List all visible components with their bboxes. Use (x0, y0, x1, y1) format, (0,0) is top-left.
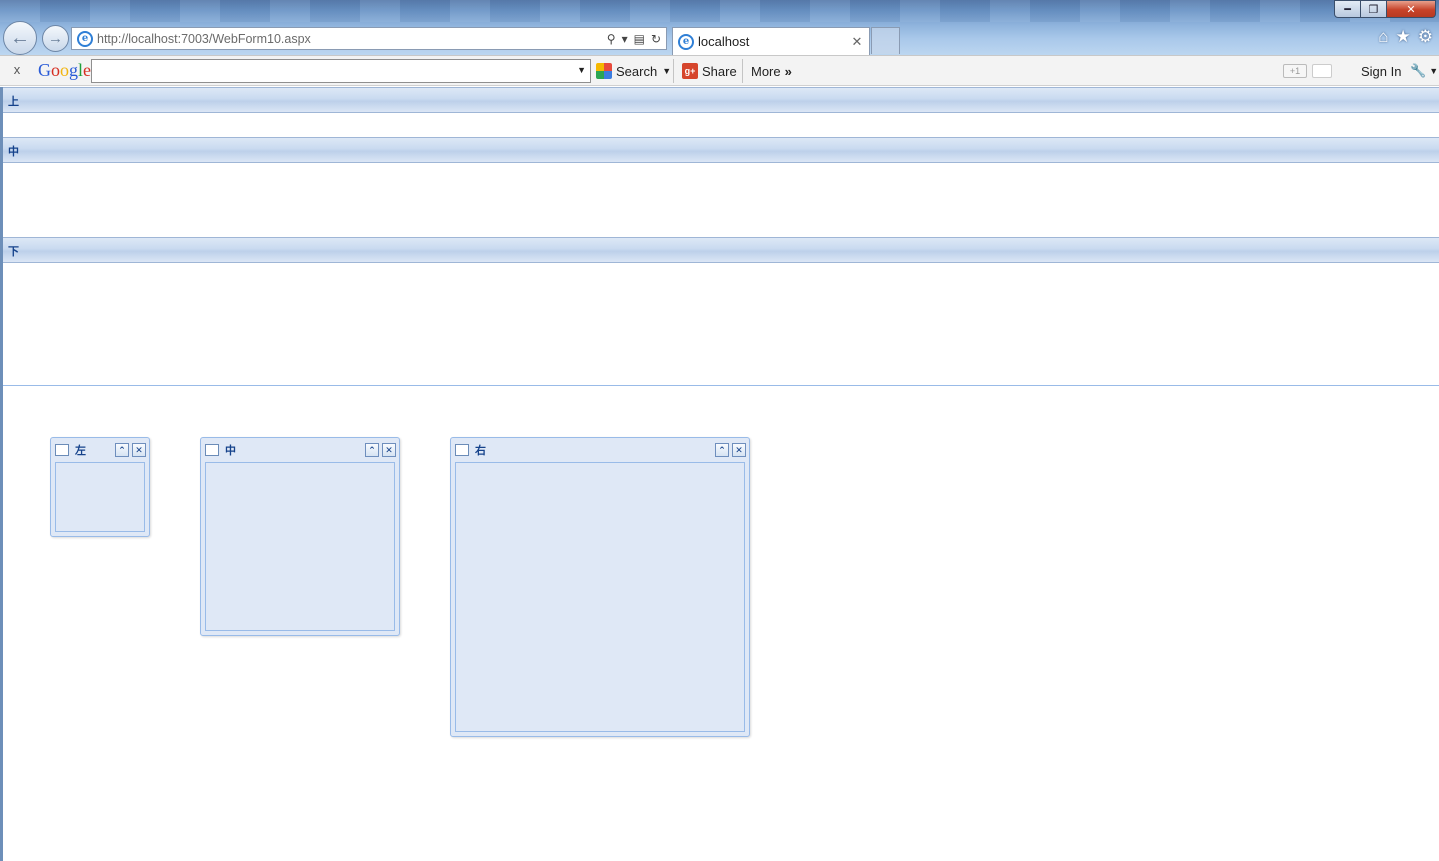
region-middle-header[interactable]: 中 (3, 137, 1439, 163)
tab-label: localhost (698, 34, 750, 49)
portlet-middle[interactable]: 中 ⌃ ✕ (200, 437, 400, 636)
portlet-left[interactable]: 左 ⌃ ✕ (50, 437, 150, 537)
search-dropdown-icon[interactable]: ▼ (577, 65, 586, 75)
region-top-header[interactable]: 上 (3, 87, 1439, 113)
settings-button[interactable]: 🔧 ▼ (1410, 56, 1438, 86)
region-bottom: 下 (3, 237, 1439, 385)
portlet-header[interactable]: 右 ⌃ ✕ (451, 438, 749, 462)
google-plus-icon: g+ (682, 63, 698, 79)
sign-in-button[interactable]: Sign In (1361, 56, 1401, 86)
region-bottom-body (3, 263, 1439, 385)
region-middle-body (3, 163, 1439, 237)
browser-right-icons: ⌂ ★ ⚙ (1378, 27, 1433, 47)
forward-button[interactable]: → (42, 25, 69, 52)
home-icon[interactable]: ⌂ (1378, 27, 1388, 47)
restore-button[interactable]: ❐ (1361, 0, 1387, 18)
chevron-down-icon: ▼ (662, 66, 672, 76)
page-content: 上 中 下 左 ⌃ ✕ 中 ⌃ ✕ 右 ⌃ ✕ (0, 87, 1439, 861)
window-controls: ━ ❐ ✕ (1334, 0, 1436, 18)
divider-line (3, 385, 1439, 386)
google-search-input[interactable]: ▼ (91, 59, 591, 83)
browser-titlebar: ━ ❐ ✕ ← → e http://localhost:7003/WebFor… (0, 0, 1439, 55)
portlet-title: 右 (475, 445, 486, 457)
window-close-button[interactable]: ✕ (1387, 0, 1436, 18)
minimize-button[interactable]: ━ (1334, 0, 1361, 18)
tab-close-button[interactable]: ✕ (849, 34, 865, 50)
refresh-icon[interactable]: ↻ (651, 32, 661, 46)
portlet-right[interactable]: 右 ⌃ ✕ (450, 437, 750, 737)
toolbar-close-button[interactable]: x (10, 62, 24, 77)
collapse-icon[interactable]: ⌃ (115, 443, 129, 457)
search-icon[interactable]: ⚲ (607, 32, 616, 46)
address-bar[interactable]: e http://localhost:7003/WebForm10.aspx ⚲… (71, 27, 667, 50)
forward-arrow-icon: → (48, 30, 63, 47)
portlet-body (205, 462, 395, 631)
window-icon (455, 444, 469, 456)
share-button[interactable]: g+ Share (682, 56, 737, 86)
region-bottom-header[interactable]: 下 (3, 237, 1439, 263)
toolbar-separator (742, 59, 743, 83)
address-tools: ⚲ ▾ ▤ ↻ (607, 32, 666, 46)
chevron-down-icon: ▼ (1429, 66, 1439, 76)
ie-tab-icon: e (678, 33, 694, 50)
portlet-body (55, 462, 145, 532)
close-icon[interactable]: ✕ (132, 443, 146, 457)
collapse-icon[interactable]: ⌃ (365, 443, 379, 457)
wrench-icon: 🔧 (1410, 63, 1427, 78)
back-button[interactable]: ← (3, 21, 37, 55)
plus-one-button[interactable]: +1 (1283, 64, 1307, 78)
favorites-star-icon[interactable]: ★ (1396, 27, 1411, 47)
google-search-icon (596, 63, 612, 79)
portlet-title: 左 (75, 445, 86, 457)
region-top-body (3, 113, 1439, 137)
region-top: 上 (3, 87, 1439, 137)
window-icon (55, 444, 69, 456)
compat-view-icon[interactable]: ▤ (634, 32, 645, 46)
window-icon (205, 444, 219, 456)
gear-icon[interactable]: ⚙ (1418, 27, 1433, 47)
dropdown-caret-icon[interactable]: ▾ (622, 32, 628, 46)
double-chevron-icon: » (784, 63, 792, 79)
address-url[interactable]: http://localhost:7003/WebForm10.aspx (97, 32, 607, 46)
region-middle: 中 (3, 137, 1439, 237)
plus-one-count (1312, 64, 1332, 78)
close-icon[interactable]: ✕ (382, 443, 396, 457)
close-icon[interactable]: ✕ (732, 443, 746, 457)
more-button[interactable]: More » (751, 56, 792, 86)
back-arrow-icon: ← (10, 26, 30, 49)
portlet-header[interactable]: 左 ⌃ ✕ (51, 438, 149, 462)
portlet-header[interactable]: 中 ⌃ ✕ (201, 438, 399, 462)
new-tab-button[interactable] (871, 27, 900, 54)
google-toolbar: x Google ▼ Search ▼ g+ Share More » +1 S… (0, 55, 1439, 86)
google-search-button[interactable]: Search ▼ (596, 56, 671, 86)
tab-localhost[interactable]: e localhost ✕ (672, 27, 870, 55)
ie-page-icon: e (77, 30, 93, 47)
collapse-icon[interactable]: ⌃ (715, 443, 729, 457)
google-logo: Google (38, 60, 92, 80)
portlet-body (455, 462, 745, 732)
toolbar-separator (673, 59, 674, 83)
portlet-title: 中 (225, 445, 236, 457)
